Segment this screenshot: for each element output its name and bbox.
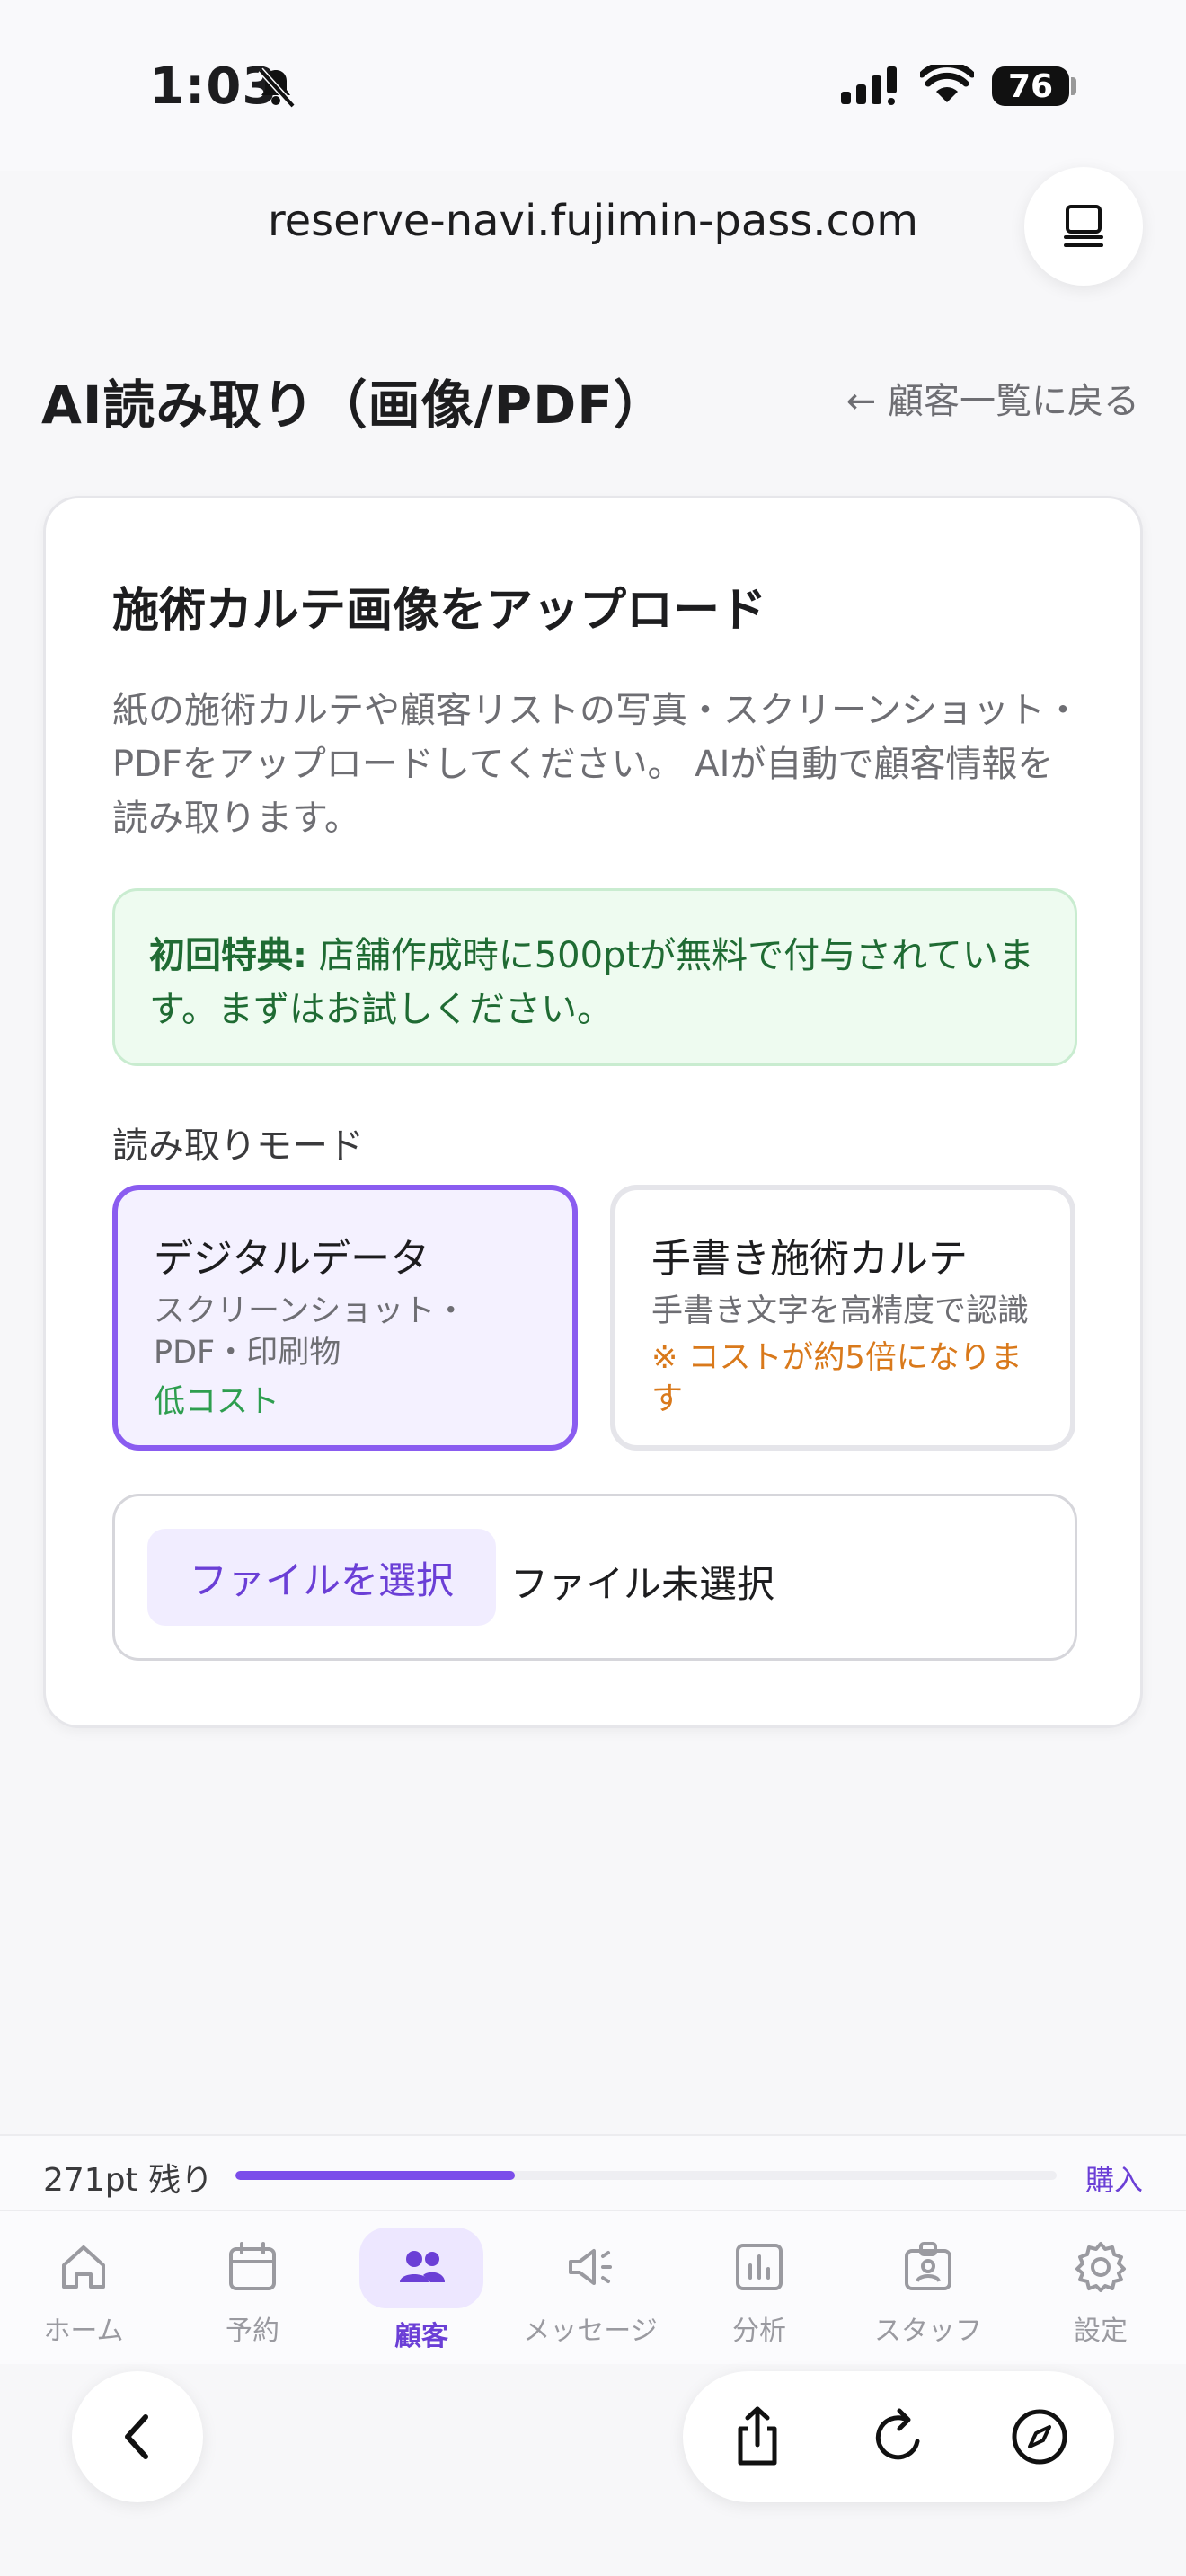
buy-points-link[interactable]: 購入: [1085, 2157, 1143, 2199]
card-description: 紙の施術カルテや顧客リストの写真・スクリーンショット・PDFをアップロードしてく…: [112, 690, 1081, 839]
mode-subtitle: スクリーンショット・PDF・印刷物: [154, 1293, 467, 1371]
nav-label: ホーム: [43, 2316, 124, 2347]
first-time-promo: 初回特典: 店舗作成時に500ptが無料で付与されています。まずはお試しください…: [112, 888, 1077, 1066]
file-input[interactable]: ファイルを選択 ファイル未選択: [112, 1494, 1077, 1661]
battery-tip: [1071, 77, 1076, 95]
nav-label: 顧客: [394, 2321, 448, 2352]
nav-label: メッセージ: [523, 2316, 658, 2347]
page-title: AI読み取り（画像/PDF）: [41, 375, 667, 436]
mode-title: 手書き施術カルテ: [651, 1236, 968, 1282]
nav-label: 分析: [732, 2316, 786, 2347]
chart-icon: [736, 2244, 783, 2290]
home-icon: [62, 2245, 105, 2289]
address-bar-url[interactable]: reserve-navi.fujimin-pass.com: [0, 196, 1186, 246]
reload-icon[interactable]: [867, 2405, 930, 2468]
points-progress-fill: [235, 2171, 515, 2180]
wifi-icon: [920, 65, 974, 102]
points-progress: [235, 2171, 1057, 2180]
mode-option-handwritten[interactable]: 手書き施術カルテ 手書き文字を高精度で認識 ※ コストが約5倍になります: [610, 1185, 1075, 1451]
share-icon[interactable]: [726, 2405, 789, 2468]
choose-file-button[interactable]: ファイルを選択: [147, 1529, 496, 1626]
gear-icon: [1075, 2242, 1126, 2292]
mode-cost-warning: ※ コストが約5倍になります: [651, 1340, 1022, 1417]
mode-cost-note: 低コスト: [154, 1384, 280, 1420]
reader-mode-button[interactable]: [1024, 167, 1143, 286]
nav-analytics[interactable]: 分析: [692, 2228, 827, 2353]
nav-reservations[interactable]: 予約: [185, 2228, 320, 2353]
compass-icon[interactable]: [1008, 2405, 1071, 2468]
mode-subtitle: 手書き文字を高精度で認識: [651, 1293, 1030, 1329]
mode-option-digital[interactable]: デジタルデータ スクリーンショット・PDF・印刷物 低コスト: [112, 1185, 578, 1451]
points-bar: 271pt 残り 購入: [0, 2134, 1186, 2211]
mode-title: デジタルデータ: [154, 1236, 430, 1282]
upload-card: 施術カルテ画像をアップロード 紙の施術カルテや顧客リストの写真・スクリーンショッ…: [43, 496, 1143, 1728]
users-icon: [400, 2251, 445, 2282]
read-mode-label: 読み取りモード: [112, 1125, 364, 1167]
nav-settings[interactable]: 設定: [1033, 2228, 1168, 2353]
cellular-signal-icon: [841, 66, 897, 105]
nav-messages[interactable]: メッセージ: [523, 2228, 658, 2353]
nav-label: 設定: [1074, 2316, 1128, 2347]
nav-label: スタッフ: [874, 2316, 982, 2347]
nav-staff[interactable]: スタッフ: [861, 2228, 996, 2353]
bell-off-icon: [258, 67, 296, 109]
browser-back-button[interactable]: [72, 2371, 203, 2502]
chevron-left-icon: [125, 2414, 148, 2459]
points-remaining: 271pt 残り: [43, 2162, 214, 2199]
nav-active-pill: [359, 2228, 483, 2308]
nav-label: 予約: [226, 2316, 279, 2347]
nav-customers[interactable]: 顧客: [354, 2228, 489, 2353]
staff-badge-icon: [905, 2242, 951, 2290]
status-bar: 1:03 76 reserve-navi.fujimin-pass.com: [0, 0, 1186, 246]
battery-indicator: 76: [992, 66, 1069, 106]
back-to-customers-link[interactable]: ← 顧客一覧に戻る: [846, 372, 1139, 424]
nav-home[interactable]: ホーム: [16, 2228, 151, 2353]
promo-label: 初回特典:: [149, 935, 307, 976]
reader-icon: [1064, 205, 1103, 247]
megaphone-icon: [569, 2249, 612, 2285]
card-title: 施術カルテ画像をアップロード: [112, 584, 767, 638]
calendar-icon: [229, 2242, 276, 2290]
file-status: ファイル未選択: [510, 1562, 775, 1606]
bottom-nav: ホーム 予約 顧客 メッセージ 分析 スタッフ 設定: [0, 2211, 1186, 2364]
browser-toolbar: [683, 2371, 1114, 2502]
